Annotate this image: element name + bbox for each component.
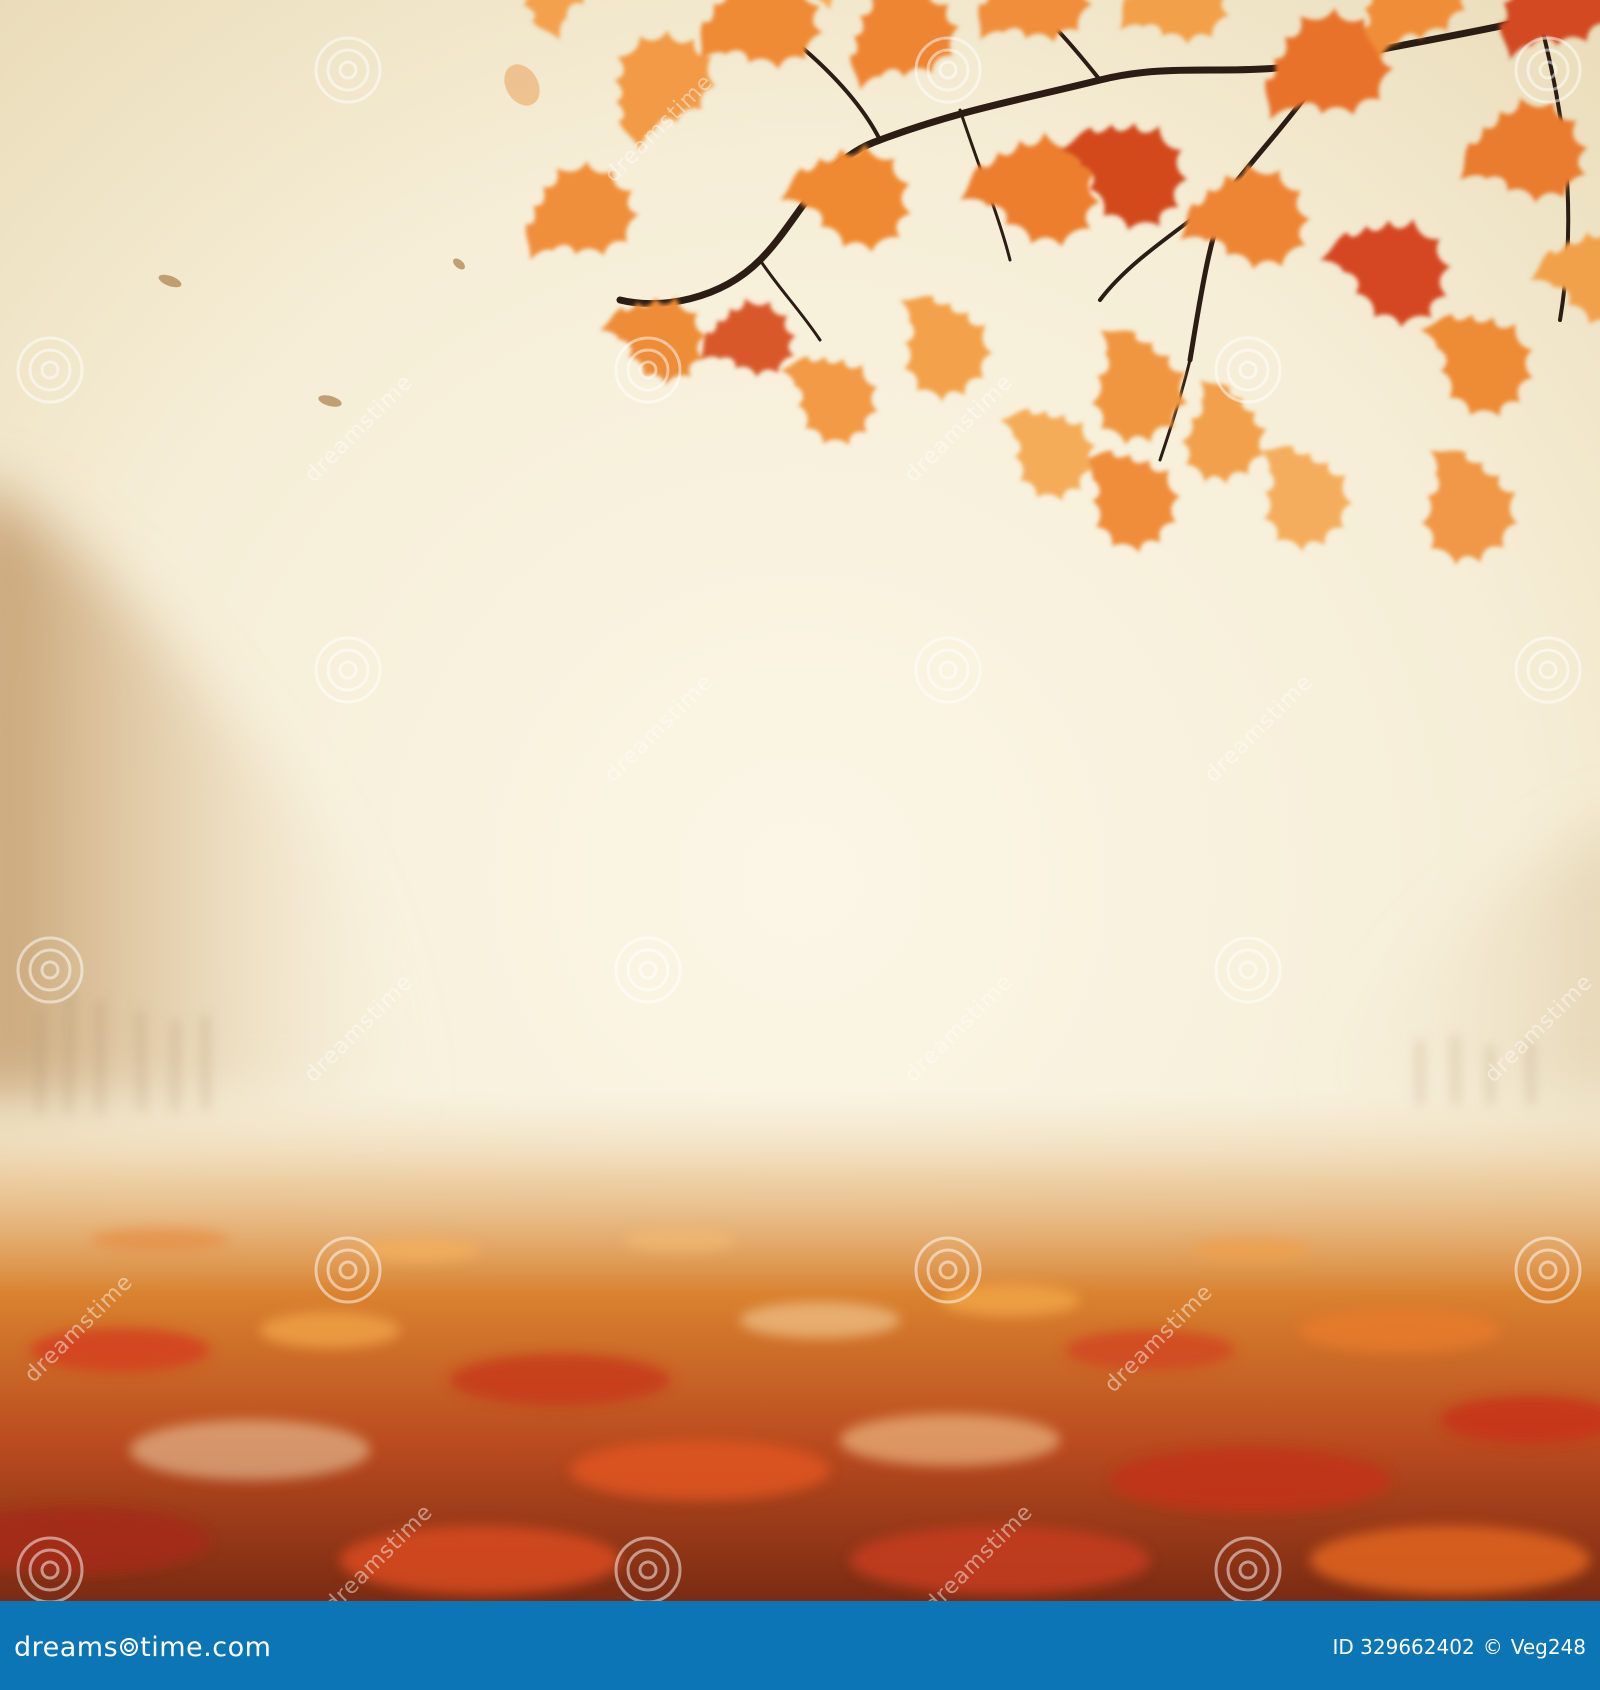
brand-prefix: dreams	[14, 1631, 119, 1663]
stock-photo-page: dreamstime dreamstime dreamstime dreamst…	[0, 0, 1600, 1690]
copyright-symbol: ©	[1482, 1635, 1503, 1659]
image-credit: ID 329662402 © Veg248	[1333, 1625, 1587, 1669]
brand-link[interactable]: dreams time.com	[14, 1625, 271, 1669]
author-name[interactable]: Veg248	[1511, 1635, 1586, 1659]
brand-suffix: time.com	[140, 1631, 272, 1663]
stock-footer-bar: dreams time.com ID 329662402 © Veg248	[0, 1601, 1600, 1690]
image-id: ID 329662402	[1332, 1635, 1475, 1659]
autumn-scene	[0, 0, 1600, 1601]
autumn-photo	[0, 0, 1600, 1601]
swirl-logo-icon	[120, 1638, 139, 1656]
